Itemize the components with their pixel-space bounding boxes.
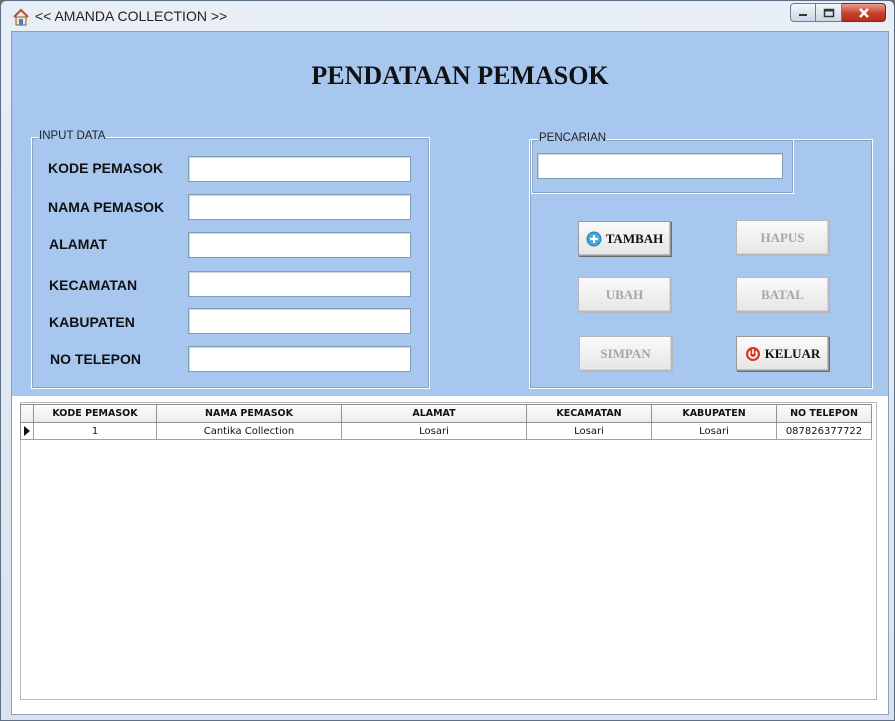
- ubah-label: UBAH: [605, 286, 644, 302]
- grid-header: KODE PEMASOK NAMA PEMASOK ALAMAT KECAMAT…: [20, 404, 877, 423]
- no-telepon-input[interactable]: [188, 346, 411, 372]
- maximize-icon: [823, 8, 834, 17]
- add-icon: [586, 231, 602, 246]
- close-icon: [858, 7, 869, 18]
- kecamatan-input[interactable]: [188, 271, 411, 297]
- form-panel: PENDATAAN PEMASOK INPUT DATA KODE PEMASO…: [12, 32, 888, 396]
- tambah-button[interactable]: TAMBAH: [578, 221, 671, 256]
- application-window: << AMANDA COLLECTION >> PENDATAAN PEMASO…: [0, 0, 895, 721]
- kecamatan-label: KECAMATAN: [49, 277, 138, 293]
- column-header-kode[interactable]: KODE PEMASOK: [34, 404, 157, 423]
- house-icon: [13, 8, 29, 26]
- column-header-kecamatan[interactable]: KECAMATAN: [527, 404, 652, 423]
- cell-kode[interactable]: 1: [34, 423, 157, 440]
- form-client-area: PENDATAAN PEMASOK INPUT DATA KODE PEMASO…: [11, 31, 889, 715]
- hapus-label: HAPUS: [760, 229, 805, 245]
- window-controls: [790, 3, 886, 23]
- no-telepon-label: NO TELEPON: [50, 351, 142, 367]
- simpan-label: SIMPAN: [600, 345, 651, 361]
- cell-kabupaten[interactable]: Losari: [652, 423, 777, 440]
- kode-pemasok-input[interactable]: [188, 156, 411, 182]
- tambah-label: TAMBAH: [605, 230, 664, 246]
- alamat-input[interactable]: [188, 232, 411, 258]
- power-icon: [745, 346, 760, 361]
- column-header-telepon[interactable]: NO TELEPON: [777, 404, 872, 423]
- batal-label: BATAL: [761, 286, 804, 302]
- cell-kecamatan[interactable]: Losari: [527, 423, 652, 440]
- data-grid[interactable]: KODE PEMASOK NAMA PEMASOK ALAMAT KECAMAT…: [20, 404, 877, 440]
- hapus-button[interactable]: HAPUS: [736, 220, 829, 255]
- window-title: << AMANDA COLLECTION >>: [35, 8, 228, 24]
- current-row-arrow-icon: [24, 426, 30, 436]
- batal-button[interactable]: BATAL: [736, 277, 829, 312]
- data-grid-frame: [20, 402, 877, 700]
- minimize-icon: [799, 13, 807, 16]
- row-selector[interactable]: [20, 423, 34, 440]
- simpan-button[interactable]: SIMPAN: [579, 336, 672, 371]
- ubah-button[interactable]: UBAH: [578, 277, 671, 312]
- alamat-label: ALAMAT: [49, 236, 108, 252]
- column-header-alamat[interactable]: ALAMAT: [342, 404, 527, 423]
- search-input[interactable]: [537, 153, 783, 179]
- column-header-nama[interactable]: NAMA PEMASOK: [157, 404, 342, 423]
- keluar-button[interactable]: KELUAR: [736, 336, 829, 371]
- kode-pemasok-label: KODE PEMASOK: [48, 160, 164, 176]
- nama-pemasok-label: NAMA PEMASOK: [48, 199, 165, 215]
- kabupaten-input[interactable]: [188, 308, 411, 334]
- input-data-legend: INPUT DATA: [38, 130, 107, 142]
- keluar-label: KELUAR: [764, 345, 821, 361]
- cell-telepon[interactable]: 087826377722: [777, 423, 872, 440]
- pencarian-legend: PENCARIAN: [538, 132, 608, 144]
- cell-nama[interactable]: Cantika Collection: [157, 423, 342, 440]
- nama-pemasok-input[interactable]: [188, 194, 411, 220]
- cell-alamat[interactable]: Losari: [342, 423, 527, 440]
- kabupaten-label: KABUPATEN: [49, 314, 135, 330]
- minimize-button[interactable]: [790, 3, 816, 22]
- maximize-button[interactable]: [816, 3, 842, 22]
- page-title: PENDATAAN PEMASOK: [311, 61, 609, 90]
- title-bar[interactable]: << AMANDA COLLECTION >>: [1, 1, 894, 31]
- row-header-corner: [20, 404, 34, 423]
- column-header-kabupaten[interactable]: KABUPATEN: [652, 404, 777, 423]
- close-button[interactable]: [842, 3, 886, 22]
- table-row[interactable]: 1 Cantika Collection Losari Losari Losar…: [20, 423, 877, 440]
